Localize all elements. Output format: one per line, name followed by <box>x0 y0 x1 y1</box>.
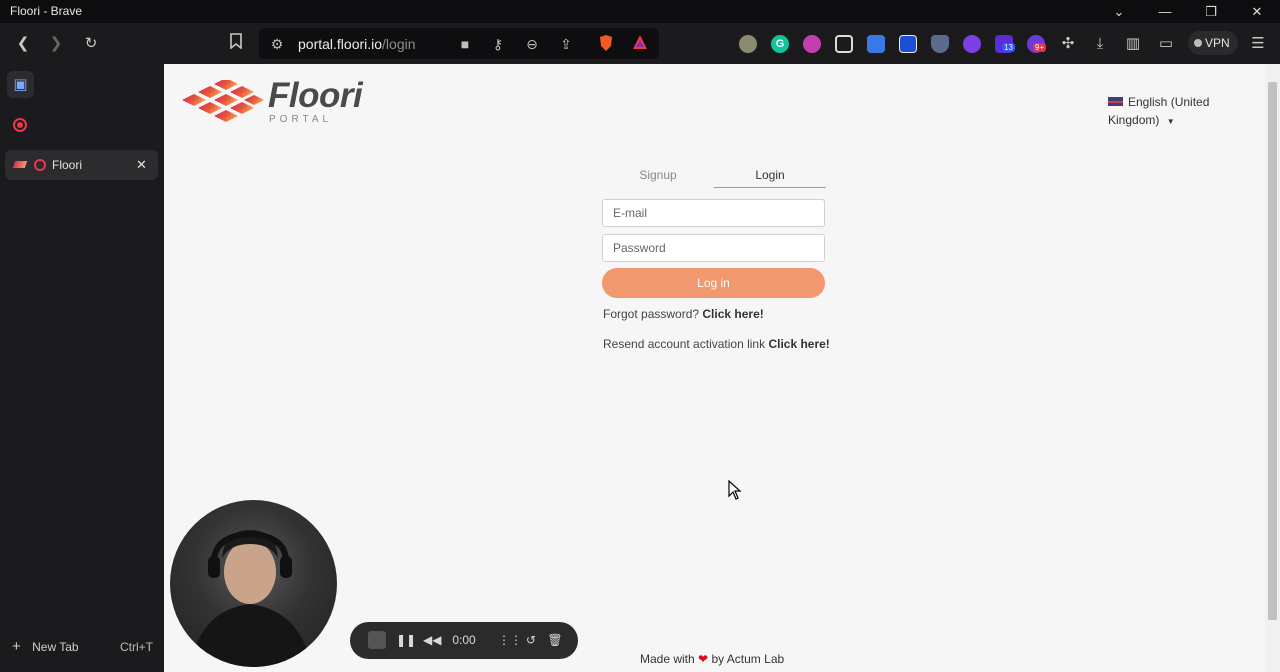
title-bar: Floori - Brave ⌄ — ❐ ✕ <box>0 0 1280 23</box>
new-tab-label: New Tab <box>32 640 79 654</box>
logo-subtext: PORTAL <box>269 114 333 125</box>
zoom-icon[interactable]: ⊖ <box>522 34 542 54</box>
mouse-cursor-icon <box>728 480 742 500</box>
download-icon[interactable]: ⤓ <box>1089 33 1111 55</box>
resend-activation-text: Resend account activation link <box>603 337 766 351</box>
delete-icon[interactable]: 🗑 <box>547 632 563 648</box>
tab-signup[interactable]: Signup <box>602 164 714 188</box>
heart-icon: ❤ <box>698 652 709 666</box>
grid-icon[interactable]: ⋮⋮ <box>498 632 522 648</box>
back-icon[interactable]: ❮ <box>12 33 34 55</box>
brave-shields-icon[interactable] <box>596 34 616 54</box>
plus-icon: + <box>12 638 21 655</box>
language-label: English (United Kingdom) <box>1108 95 1210 127</box>
menu-icon[interactable]: ☰ <box>1247 33 1269 55</box>
shield-icon[interactable] <box>931 35 949 53</box>
brave-rewards-icon[interactable] <box>630 34 650 54</box>
floori-favicon <box>12 161 28 168</box>
extension-icon[interactable] <box>835 35 853 53</box>
wallet-icon[interactable]: ▭ <box>1155 33 1177 55</box>
floori-logo[interactable]: Floori PORTAL <box>178 76 378 131</box>
page-footer: Made with ❤ by Actum Lab <box>640 652 784 666</box>
rewind-icon[interactable]: ◀◀ <box>423 632 441 648</box>
sidebar-tab-floori[interactable]: Floori ✕ <box>5 150 158 180</box>
share-icon[interactable]: ⇪ <box>556 34 576 54</box>
address-bar[interactable]: ⚙ portal.floori.io/login ■ ⚷ ⊖ ⇪ <box>259 28 659 59</box>
logo-text: Floori <box>268 76 363 115</box>
language-selector[interactable]: English (United Kingdom) ▼ <box>1108 93 1238 131</box>
url-text[interactable]: portal.floori.io/login <box>298 36 416 52</box>
tab-search-icon[interactable]: ⌄ <box>1096 0 1142 23</box>
record-icon <box>34 159 46 171</box>
close-tab-icon[interactable]: ✕ <box>136 157 147 173</box>
scrollbar-thumb[interactable] <box>1268 82 1277 620</box>
sidebar-toggle-icon[interactable]: ▥ <box>1122 33 1144 55</box>
presenter-silhouette <box>190 530 312 667</box>
site-settings-icon[interactable]: ⚙ <box>267 34 287 54</box>
camera-icon[interactable]: ■ <box>455 34 475 54</box>
resend-activation-link[interactable]: Click here! <box>768 337 829 351</box>
webcam-overlay[interactable] <box>170 500 337 667</box>
extension-icon[interactable]: 13 <box>995 35 1015 53</box>
forgot-password-link[interactable]: Click here! <box>702 307 763 321</box>
caret-down-icon: ▼ <box>1166 117 1175 126</box>
record-icon[interactable] <box>13 118 27 132</box>
logo-tiles-icon <box>182 80 264 122</box>
close-window-icon[interactable]: ✕ <box>1234 0 1280 23</box>
new-tab-shortcut: Ctrl+T <box>120 640 153 654</box>
resend-activation-row: Resend account activation link Click her… <box>603 337 830 351</box>
sidebar-panel-icon[interactable]: ▣ <box>7 71 34 98</box>
new-tab-button[interactable]: + New Tab Ctrl+T <box>12 638 157 658</box>
forward-icon[interactable]: ❯ <box>45 33 67 55</box>
window-title: Floori - Brave <box>10 4 83 18</box>
recording-timer: 0:00 <box>452 633 476 647</box>
reload-icon[interactable]: ↻ <box>80 33 102 55</box>
bookmark-icon[interactable] <box>225 33 247 55</box>
recording-controls: ❚❚ ◀◀ 0:00 ⋮⋮ ↺ 🗑 <box>350 622 578 659</box>
extensions-puzzle-icon[interactable]: ✣ <box>1057 33 1079 55</box>
grammarly-icon[interactable]: G <box>771 35 789 53</box>
restart-icon[interactable]: ↺ <box>523 632 539 648</box>
vpn-button[interactable]: VPN <box>1188 31 1238 55</box>
minimize-icon[interactable]: — <box>1142 0 1188 23</box>
key-icon[interactable]: ⚷ <box>488 34 508 54</box>
extension-icon[interactable] <box>899 35 917 53</box>
login-button[interactable]: Log in <box>602 268 825 298</box>
uk-flag-icon <box>1108 97 1123 106</box>
vertical-tabs-sidebar: ▣ Floori ✕ + New Tab Ctrl+T <box>0 64 164 672</box>
forgot-password-row: Forgot password? Click here! <box>603 307 764 321</box>
email-field[interactable]: E-mail <box>602 199 825 227</box>
page-scrollbar[interactable] <box>1265 64 1280 672</box>
translate-icon[interactable] <box>867 35 885 53</box>
pause-icon[interactable]: ❚❚ <box>396 632 416 648</box>
extension-icon[interactable] <box>803 35 821 53</box>
tab-login[interactable]: Login <box>714 164 826 188</box>
restore-icon[interactable]: ❐ <box>1188 0 1234 23</box>
password-field[interactable]: Password <box>602 234 825 262</box>
stop-icon[interactable] <box>368 631 386 649</box>
forgot-password-text: Forgot password? <box>603 307 700 321</box>
extension-icon[interactable] <box>963 35 981 53</box>
footer-prefix: Made with <box>640 652 695 666</box>
extension-icon[interactable] <box>739 35 757 53</box>
extension-icon[interactable]: 9+ <box>1027 35 1047 53</box>
sidebar-tab-label: Floori <box>52 158 83 172</box>
footer-suffix: by Actum Lab <box>711 652 785 666</box>
auth-tabs: Signup Login <box>602 164 826 188</box>
